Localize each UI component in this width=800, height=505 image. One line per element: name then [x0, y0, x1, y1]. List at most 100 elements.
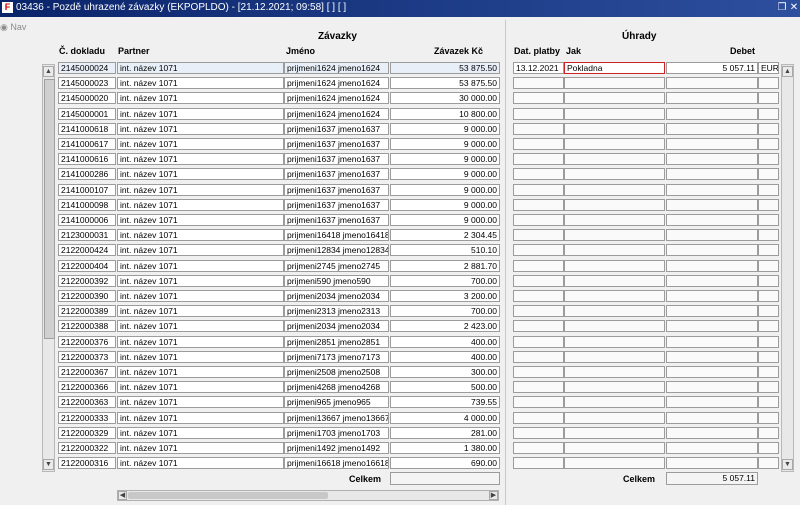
jmeno-cell[interactable]: prijmeni1624 jmeno1624 [284, 77, 389, 90]
mena-cell[interactable] [758, 168, 779, 181]
mena-cell[interactable] [758, 274, 779, 287]
jak-cell[interactable] [564, 183, 665, 196]
scroll-up-icon[interactable]: ▲ [43, 66, 54, 77]
datum-cell[interactable] [513, 366, 564, 378]
jak-cell[interactable] [564, 305, 665, 318]
doklad-cell[interactable]: 2145000024 [58, 62, 116, 74]
mena-cell[interactable] [758, 457, 779, 470]
close-icon[interactable]: ✕ [788, 1, 800, 14]
restore-icon[interactable]: ❐ [776, 1, 788, 14]
jmeno-cell[interactable]: prijmeni2034 jmeno2034 [284, 320, 389, 333]
castka-cell[interactable]: 9 000.00 [390, 183, 500, 196]
jmeno-cell[interactable]: prijmeni1624 jmeno1624 [284, 92, 389, 105]
castka-cell[interactable]: 53 875.50 [390, 62, 500, 74]
mena-cell[interactable] [758, 122, 779, 135]
partner-cell[interactable]: int. název 1071 [117, 198, 284, 211]
debet-cell[interactable] [666, 198, 758, 211]
debet-cell[interactable] [666, 138, 758, 150]
doklad-cell[interactable]: 2141000286 [58, 168, 116, 181]
scroll-left-icon[interactable]: ◀ [118, 491, 127, 500]
debet-cell[interactable] [666, 290, 758, 302]
debet-cell[interactable] [666, 305, 758, 318]
doklad-cell[interactable]: 2122000333 [58, 411, 116, 424]
debet-cell[interactable] [666, 77, 758, 90]
jak-cell[interactable]: Pokladna [564, 62, 665, 74]
partner-cell[interactable]: int. název 1071 [117, 138, 284, 150]
partner-cell[interactable]: int. název 1071 [117, 92, 284, 105]
mena-cell[interactable] [758, 305, 779, 318]
castka-cell[interactable]: 400.00 [390, 350, 500, 363]
debet-cell[interactable] [666, 457, 758, 470]
jak-cell[interactable] [564, 92, 665, 105]
jak-cell[interactable] [564, 366, 665, 378]
jak-cell[interactable] [564, 396, 665, 409]
castka-cell[interactable]: 3 200.00 [390, 290, 500, 302]
doklad-cell[interactable]: 2145000001 [58, 107, 116, 120]
castka-cell[interactable]: 400.00 [390, 335, 500, 348]
doklad-cell[interactable]: 2145000020 [58, 92, 116, 105]
mena-cell[interactable] [758, 107, 779, 120]
mena-cell[interactable] [758, 366, 779, 378]
datum-cell[interactable] [513, 290, 564, 302]
doklad-cell[interactable]: 2122000322 [58, 442, 116, 454]
scroll-down-icon[interactable]: ▼ [782, 459, 793, 470]
jmeno-cell[interactable]: prijmeni1637 jmeno1637 [284, 168, 389, 181]
mena-cell[interactable] [758, 183, 779, 196]
debet-cell[interactable] [666, 381, 758, 394]
doklad-cell[interactable]: 2122000404 [58, 259, 116, 272]
castka-cell[interactable]: 9 000.00 [390, 198, 500, 211]
debet-cell[interactable] [666, 244, 758, 257]
jmeno-cell[interactable]: prijmeni13667 jmeno13667 [284, 411, 389, 424]
jmeno-cell[interactable]: prijmeni965 jmeno965 [284, 396, 389, 409]
datum-cell[interactable] [513, 274, 564, 287]
partner-cell[interactable]: int. název 1071 [117, 335, 284, 348]
doklad-cell[interactable]: 2122000389 [58, 305, 116, 318]
jmeno-cell[interactable]: prijmeni1703 jmeno1703 [284, 426, 389, 439]
doklad-cell[interactable]: 2122000388 [58, 320, 116, 333]
doklad-cell[interactable]: 2122000316 [58, 457, 116, 470]
jmeno-cell[interactable]: prijmeni1637 jmeno1637 [284, 138, 389, 150]
partner-cell[interactable]: int. název 1071 [117, 426, 284, 439]
partner-cell[interactable]: int. název 1071 [117, 214, 284, 226]
jmeno-cell[interactable]: prijmeni2034 jmeno2034 [284, 290, 389, 302]
mena-cell[interactable] [758, 153, 779, 166]
doklad-cell[interactable]: 2122000390 [58, 290, 116, 302]
jak-cell[interactable] [564, 153, 665, 166]
mena-cell[interactable] [758, 290, 779, 302]
jak-cell[interactable] [564, 426, 665, 439]
scroll-thumb[interactable] [44, 79, 55, 339]
debet-cell[interactable] [666, 153, 758, 166]
debet-cell[interactable] [666, 396, 758, 409]
jak-cell[interactable] [564, 214, 665, 226]
mena-cell[interactable] [758, 138, 779, 150]
partner-cell[interactable]: int. název 1071 [117, 274, 284, 287]
partner-cell[interactable]: int. název 1071 [117, 153, 284, 166]
castka-cell[interactable]: 300.00 [390, 366, 500, 378]
partner-cell[interactable]: int. název 1071 [117, 457, 284, 470]
debet-cell[interactable] [666, 335, 758, 348]
mena-cell[interactable] [758, 320, 779, 333]
datum-cell[interactable] [513, 183, 564, 196]
partner-cell[interactable]: int. název 1071 [117, 229, 284, 242]
datum-cell[interactable]: 13.12.2021 [513, 62, 564, 74]
debet-cell[interactable] [666, 214, 758, 226]
partner-cell[interactable]: int. název 1071 [117, 411, 284, 424]
doklad-cell[interactable]: 2145000023 [58, 77, 116, 90]
datum-cell[interactable] [513, 426, 564, 439]
castka-cell[interactable]: 1 380.00 [390, 442, 500, 454]
castka-cell[interactable]: 2 881.70 [390, 259, 500, 272]
nav-button[interactable]: ◉ Nav [0, 22, 26, 33]
datum-cell[interactable] [513, 107, 564, 120]
doklad-cell[interactable]: 2122000329 [58, 426, 116, 439]
datum-cell[interactable] [513, 259, 564, 272]
partner-cell[interactable]: int. název 1071 [117, 244, 284, 257]
jmeno-cell[interactable]: prijmeni12834 jmeno12834 [284, 244, 389, 257]
partner-cell[interactable]: int. název 1071 [117, 107, 284, 120]
datum-cell[interactable] [513, 442, 564, 454]
jak-cell[interactable] [564, 411, 665, 424]
jak-cell[interactable] [564, 244, 665, 257]
doklad-cell[interactable]: 2141000616 [58, 153, 116, 166]
datum-cell[interactable] [513, 92, 564, 105]
datum-cell[interactable] [513, 229, 564, 242]
jak-cell[interactable] [564, 107, 665, 120]
